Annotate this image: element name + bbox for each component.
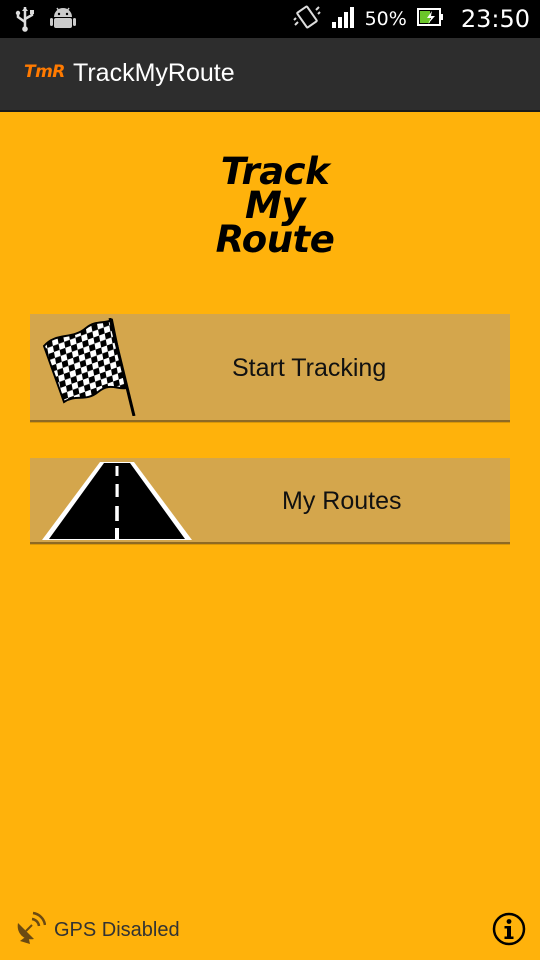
road-icon xyxy=(42,462,192,545)
vibrate-icon xyxy=(292,4,321,35)
app-title: TrackMyRoute xyxy=(73,59,235,87)
app-logo[interactable]: TmR xyxy=(24,62,65,82)
battery-percentage: 50% xyxy=(364,8,407,30)
action-bar: TmR TrackMyRoute xyxy=(0,38,540,112)
battery-charging-icon xyxy=(416,7,443,32)
info-icon xyxy=(492,912,526,950)
status-bar: 50% 23:50 xyxy=(0,0,540,38)
my-routes-button[interactable]: My Routes xyxy=(30,458,510,544)
start-tracking-label: Start Tracking xyxy=(232,354,387,382)
track-my-route-logo: Track My Route xyxy=(170,153,380,261)
start-tracking-button[interactable]: Start Tracking xyxy=(30,314,510,422)
usb-icon xyxy=(14,6,36,37)
satellite-dish-icon xyxy=(14,911,47,950)
clock: 23:50 xyxy=(460,5,530,33)
checkered-flag-icon xyxy=(42,317,142,421)
gps-status: GPS Disabled xyxy=(14,910,180,950)
info-button[interactable] xyxy=(492,912,526,951)
signal-icon xyxy=(331,6,355,33)
logo-line-route: Route xyxy=(215,218,335,261)
gps-status-text: GPS Disabled xyxy=(54,918,180,941)
my-routes-label: My Routes xyxy=(282,487,402,515)
android-debug-icon xyxy=(50,6,76,37)
